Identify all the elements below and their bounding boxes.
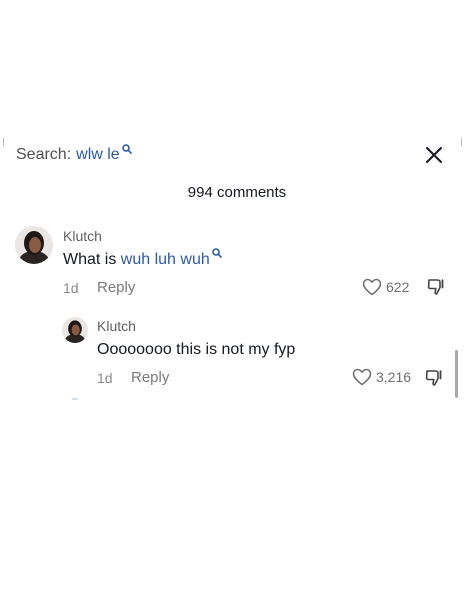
comment-text: Oooooooo this is not my fyp [97,341,296,358]
reply-button[interactable]: Reply [131,369,169,386]
thumbs-down-icon[interactable] [426,277,446,297]
scrollbar-thumb[interactable] [455,350,458,398]
comment-search-link[interactable]: wuh luh wuh [121,251,210,268]
edge-mark-left [3,138,4,146]
avatar[interactable] [15,226,53,264]
search-prefix: Search: [16,146,72,163]
avatar[interactable] [62,317,88,343]
search-bar[interactable]: Search: wlw le [16,140,132,170]
like-count: 622 [386,279,410,295]
reply-button[interactable]: Reply [97,279,135,296]
magnifier-icon [211,248,222,258]
like-count: 3,216 [376,369,412,385]
like-button[interactable]: 3,216 [352,368,411,386]
comment-username[interactable]: Klutch [63,228,102,244]
avatar-image [15,226,53,264]
search-query[interactable]: wlw le [76,146,120,164]
comments-count: 994 comments [187,184,287,201]
like-button[interactable]: 622 [362,278,409,296]
edge-mark-right [461,138,462,146]
thumbs-down-icon[interactable] [424,368,444,388]
magnifier-icon [121,144,132,154]
comment-text-prefix: What is [63,251,121,268]
comment-age: 1d [63,280,79,296]
loading-indicator [72,398,78,400]
comment-age: 1d [97,370,113,386]
comment-text: What is wuh luh wuh [63,248,222,269]
heart-icon [352,368,372,386]
comment-username[interactable]: Klutch [97,318,136,334]
heart-icon [362,278,382,296]
close-icon[interactable] [423,144,445,166]
avatar-image [62,317,88,343]
